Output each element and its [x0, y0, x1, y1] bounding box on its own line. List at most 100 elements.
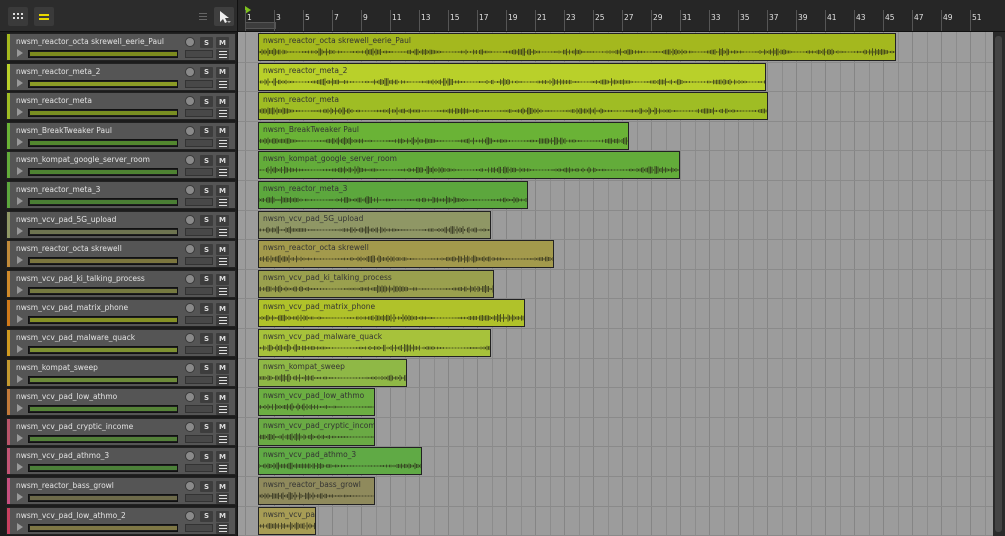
track-header[interactable]: nwsm_BreakTweaker Paul S M [6, 121, 236, 150]
track-menu-button[interactable] [216, 315, 229, 327]
audio-clip[interactable]: nwsm_vcv_pad_low_athmo [258, 388, 376, 417]
record-arm-button[interactable] [185, 362, 195, 373]
track-pan-field[interactable] [185, 523, 213, 532]
audio-clip[interactable]: nwsm_kompat_google_server_room [258, 151, 680, 180]
record-arm-button[interactable] [185, 392, 195, 403]
loop-region[interactable] [245, 22, 276, 29]
play-icon[interactable] [16, 522, 24, 532]
play-icon[interactable] [16, 403, 24, 413]
play-icon[interactable] [16, 462, 24, 472]
track-header[interactable]: nwsm_kompat_sweep S M [6, 358, 236, 387]
volume-meter[interactable] [28, 523, 178, 532]
mute-button[interactable]: M [216, 421, 229, 433]
scrollbar-thumb[interactable] [995, 36, 1002, 532]
track-menu-button[interactable] [216, 345, 229, 356]
track-pan-field[interactable] [185, 79, 213, 88]
audio-clip[interactable]: nwsm_vcv_pad_athmo_3 [258, 447, 422, 476]
record-arm-button[interactable] [185, 421, 195, 432]
track-name[interactable]: nwsm_BreakTweaker Paul [16, 126, 112, 135]
solo-button[interactable]: S [200, 37, 213, 48]
track-pan-field[interactable] [185, 346, 213, 354]
track-menu-button[interactable] [216, 78, 229, 90]
track-name[interactable]: nwsm_reactor_meta_2 [16, 67, 100, 76]
track-pan-field[interactable] [185, 257, 213, 266]
track-menu-button[interactable] [216, 197, 229, 208]
track-header[interactable]: nwsm_vcv_pad_cryptic_income S M [6, 417, 236, 446]
mute-button[interactable]: M [216, 362, 229, 374]
track-pan-field[interactable] [185, 316, 213, 325]
track-name[interactable]: nwsm_vcv_pad_cryptic_income [16, 422, 133, 431]
track-menu-button[interactable] [216, 463, 229, 475]
track-pan-field[interactable] [185, 286, 213, 295]
solo-button[interactable]: S [200, 96, 213, 108]
play-icon[interactable] [16, 314, 24, 324]
play-icon[interactable] [16, 137, 24, 147]
record-arm-button[interactable] [185, 37, 195, 47]
mute-button[interactable]: M [216, 303, 229, 315]
audio-clip[interactable]: nwsm_vcv_pad_malware_quack [258, 329, 492, 357]
volume-meter[interactable] [28, 316, 178, 325]
track-pan-field[interactable] [185, 494, 213, 502]
timeline-ruler[interactable]: 1 3 5 7 9 11 13 15 17 19 21 23 25 27 29 31 33 35 37 39 41 43 4… [238, 0, 1005, 32]
track-pan-field[interactable] [185, 168, 213, 177]
mute-button[interactable]: M [216, 125, 229, 137]
solo-button[interactable]: S [200, 333, 213, 344]
mute-button[interactable]: M [216, 481, 229, 492]
solo-button[interactable]: S [200, 303, 213, 315]
audio-clip[interactable]: nwsm_reactor_octa skrewell_eerie_Paul [258, 33, 896, 61]
track-name[interactable]: nwsm_vcv_pad_athmo_3 [16, 451, 109, 460]
track-pan-field[interactable] [185, 434, 213, 443]
volume-meter[interactable] [28, 346, 178, 354]
solo-button[interactable]: S [200, 510, 213, 522]
track-pan-field[interactable] [185, 227, 213, 236]
track-menu-button[interactable] [216, 404, 229, 416]
volume-meter[interactable] [28, 79, 178, 88]
audio-clip[interactable]: nwsm_vcv_pad_ [258, 506, 316, 535]
mute-button[interactable]: M [216, 155, 229, 167]
track-header[interactable]: nwsm_reactor_meta_2 S M [6, 62, 236, 91]
audio-clip[interactable]: nwsm_BreakTweaker Paul [258, 121, 630, 150]
track-header[interactable]: nwsm_reactor_meta S M [6, 92, 236, 121]
play-icon[interactable] [16, 433, 24, 443]
play-icon[interactable] [16, 166, 24, 176]
play-icon[interactable] [16, 285, 24, 295]
track-header[interactable]: nwsm_kompat_google_server_room S M [6, 151, 236, 180]
volume-meter[interactable] [28, 257, 178, 266]
audio-clip[interactable]: nwsm_vcv_pad_cryptic_income [258, 417, 376, 446]
mute-button[interactable]: M [216, 185, 229, 196]
track-pan-field[interactable] [185, 198, 213, 206]
record-arm-button[interactable] [185, 303, 195, 314]
track-pan-field[interactable] [185, 464, 213, 473]
pointer-tool-button[interactable] [214, 7, 234, 26]
track-menu-button[interactable] [216, 493, 229, 504]
track-header[interactable]: nwsm_vcv_pad_low_athmo S M [6, 388, 236, 417]
play-icon[interactable] [16, 374, 24, 384]
clip-grid[interactable]: nwsm_reactor_octa skrewell_eerie_Paulnws… [238, 32, 993, 536]
play-icon[interactable] [16, 107, 24, 117]
grid-view-button[interactable] [8, 7, 28, 26]
track-name[interactable]: nwsm_reactor_meta_3 [16, 185, 100, 194]
solo-button[interactable]: S [200, 362, 213, 374]
solo-button[interactable]: S [200, 214, 213, 226]
record-arm-button[interactable] [185, 66, 195, 77]
track-menu-button[interactable] [216, 137, 229, 149]
solo-button[interactable]: S [200, 273, 213, 285]
track-pan-field[interactable] [185, 405, 213, 414]
track-pan-field[interactable] [185, 109, 213, 118]
audio-clip[interactable]: nwsm_reactor_meta_3 [258, 181, 528, 209]
mute-button[interactable]: M [216, 451, 229, 463]
track-header[interactable]: nwsm_reactor_octa skrewell_eerie_Paul S M [6, 33, 236, 61]
volume-meter[interactable] [28, 227, 178, 236]
track-name[interactable]: nwsm_vcv_pad_5G_upload [16, 215, 116, 224]
track-menu-button[interactable] [216, 108, 229, 120]
solo-button[interactable]: S [200, 125, 213, 137]
play-icon[interactable] [16, 196, 24, 206]
track-name[interactable]: nwsm_vcv_pad_low_athmo_2 [16, 511, 126, 520]
inspector-menu-button[interactable] [193, 7, 213, 26]
record-arm-button[interactable] [185, 155, 195, 166]
audio-clip[interactable]: nwsm_reactor_octa skrewell [258, 240, 554, 269]
audio-clip[interactable]: nwsm_vcv_pad_matrix_phone [258, 299, 525, 328]
track-name[interactable]: nwsm_vcv_pad_malware_quack [16, 333, 135, 342]
solo-button[interactable]: S [200, 155, 213, 167]
record-arm-button[interactable] [185, 451, 195, 462]
